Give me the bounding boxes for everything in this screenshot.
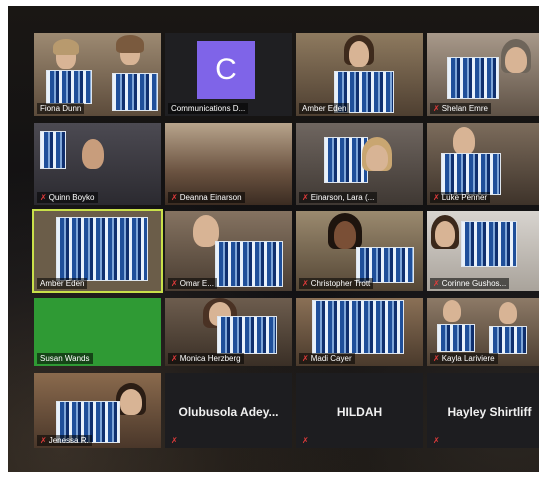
muted-mic-icon: ✗ bbox=[171, 436, 178, 445]
participant-face bbox=[443, 300, 461, 322]
participant-name: ✗ Jenessa R. bbox=[37, 435, 92, 446]
participant-name: ✗ Madi Cayer bbox=[299, 353, 355, 364]
participant-face bbox=[82, 139, 104, 169]
video-tile[interactable]: ✗ Deanna Einarson bbox=[165, 123, 292, 205]
video-tile[interactable]: ✗ Madi Cayer bbox=[296, 298, 423, 366]
muted-mic-icon: ✗ bbox=[171, 193, 178, 202]
video-tile[interactable]: ✗ Kayla Lariviere bbox=[427, 298, 539, 366]
painting bbox=[312, 300, 404, 354]
participant-face bbox=[435, 221, 455, 247]
painting bbox=[447, 57, 499, 99]
muted-mic-icon: ✗ bbox=[171, 279, 178, 288]
video-tile[interactable]: Amber Eden bbox=[296, 33, 423, 116]
muted-mic-icon: ✗ bbox=[433, 436, 440, 445]
video-tile[interactable]: C Communications D... bbox=[165, 33, 292, 116]
video-tile[interactable]: ✗ Monica Herzberg bbox=[165, 298, 292, 366]
muted-indicator: ✗ bbox=[168, 435, 183, 446]
video-tile-active-speaker[interactable]: Amber Eden bbox=[32, 209, 163, 293]
video-tile-off[interactable]: HILDAH ✗ bbox=[296, 373, 423, 448]
participant-name-large: HILDAH bbox=[336, 405, 383, 419]
participant-face bbox=[505, 47, 527, 73]
video-tile-off[interactable]: Olubusola Adey... ✗ bbox=[165, 373, 292, 448]
video-tile[interactable]: Fiona Dunn bbox=[34, 33, 161, 116]
participant-name: Susan Wands bbox=[37, 353, 93, 364]
painting bbox=[215, 241, 283, 287]
participant-face bbox=[366, 145, 388, 171]
muted-mic-icon: ✗ bbox=[302, 193, 309, 202]
video-tile[interactable]: ✗ Einarson, Lara (... bbox=[296, 123, 423, 205]
painting bbox=[46, 70, 92, 104]
participant-face bbox=[349, 41, 369, 67]
painting bbox=[461, 221, 517, 267]
participant-name: ✗ Omar E... bbox=[168, 278, 217, 289]
muted-indicator: ✗ bbox=[430, 435, 445, 446]
participant-hair bbox=[116, 35, 144, 53]
video-tile[interactable]: ✗ Christopher Trott bbox=[296, 211, 423, 291]
painting bbox=[437, 324, 475, 352]
participant-name: ✗ Christopher Trott bbox=[299, 278, 374, 289]
painting bbox=[40, 131, 66, 169]
participant-name: ✗ Luke Penner bbox=[430, 192, 491, 203]
participant-name-large: Hayley Shirtliff bbox=[447, 405, 532, 419]
participant-name: ✗ Deanna Einarson bbox=[168, 192, 245, 203]
painting bbox=[56, 217, 148, 281]
participant-name: Amber Eden bbox=[37, 278, 88, 289]
muted-mic-icon: ✗ bbox=[433, 104, 440, 113]
participant-name: Amber Eden bbox=[299, 103, 350, 114]
painting bbox=[441, 153, 501, 195]
video-tile[interactable]: ✗ Shelan Emre bbox=[427, 33, 539, 116]
photo-of-monitor: Fiona Dunn C Communications D... Amber E… bbox=[8, 6, 539, 472]
participant-name: ✗ Einarson, Lara (... bbox=[299, 192, 378, 203]
video-tile[interactable]: ✗ Quinn Boyko bbox=[34, 123, 161, 205]
participant-name: ✗ Monica Herzberg bbox=[168, 353, 244, 364]
participant-name-large: Olubusola Adey... bbox=[178, 405, 279, 419]
muted-mic-icon: ✗ bbox=[302, 436, 309, 445]
participant-hair bbox=[53, 39, 79, 55]
muted-mic-icon: ✗ bbox=[433, 354, 440, 363]
participant-name: ✗ Shelan Emre bbox=[430, 103, 491, 114]
muted-mic-icon: ✗ bbox=[433, 193, 440, 202]
participant-face bbox=[453, 127, 475, 155]
video-gallery-grid: Fiona Dunn C Communications D... Amber E… bbox=[32, 33, 539, 448]
participant-name: ✗ Corinne Gushos... bbox=[430, 278, 510, 289]
muted-mic-icon: ✗ bbox=[171, 354, 178, 363]
video-tile[interactable]: ✗ Luke Penner bbox=[427, 123, 539, 205]
painting bbox=[112, 73, 158, 111]
participant-name: ✗ Quinn Boyko bbox=[37, 192, 98, 203]
participant-avatar: C bbox=[197, 41, 255, 99]
video-tile[interactable]: ✗ Jenessa R. bbox=[34, 373, 161, 448]
video-tile[interactable]: Susan Wands bbox=[34, 298, 161, 366]
video-tile[interactable]: ✗ Corinne Gushos... bbox=[427, 211, 539, 291]
participant-name: Fiona Dunn bbox=[37, 103, 85, 114]
muted-mic-icon: ✗ bbox=[40, 436, 47, 445]
painting bbox=[489, 326, 527, 354]
muted-mic-icon: ✗ bbox=[302, 354, 309, 363]
participant-name: Communications D... bbox=[168, 103, 249, 114]
video-tile[interactable]: ✗ Omar E... bbox=[165, 211, 292, 291]
participant-face bbox=[120, 389, 142, 415]
video-tile-off[interactable]: Hayley Shirtliff ✗ bbox=[427, 373, 539, 448]
muted-mic-icon: ✗ bbox=[302, 279, 309, 288]
participant-face bbox=[334, 221, 356, 249]
muted-mic-icon: ✗ bbox=[433, 279, 440, 288]
participant-name: ✗ Kayla Lariviere bbox=[430, 353, 498, 364]
painting bbox=[217, 316, 277, 354]
participant-face bbox=[499, 302, 517, 324]
muted-indicator: ✗ bbox=[299, 435, 314, 446]
muted-mic-icon: ✗ bbox=[40, 193, 47, 202]
